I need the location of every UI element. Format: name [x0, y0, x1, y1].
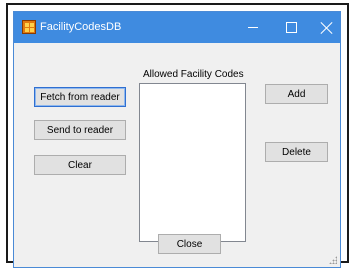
send-to-reader-button[interactable]: Send to reader: [34, 120, 126, 140]
title-bar[interactable]: FacilityCodesDB: [14, 12, 340, 43]
maximize-button[interactable]: [272, 12, 310, 43]
add-button[interactable]: Add: [265, 84, 328, 104]
allowed-facility-codes-list[interactable]: [139, 83, 246, 242]
window-title: FacilityCodesDB: [40, 21, 122, 33]
fetch-from-reader-button[interactable]: Fetch from reader: [34, 87, 126, 107]
app-icon: [22, 20, 36, 34]
maximize-icon: [285, 22, 297, 33]
close-window-button[interactable]: [308, 12, 346, 43]
allowed-facility-codes-label: Allowed Facility Codes: [143, 69, 244, 80]
delete-button[interactable]: Delete: [265, 142, 328, 162]
clear-button[interactable]: Clear: [34, 155, 126, 175]
close-icon: [321, 22, 333, 34]
minimize-icon: [248, 27, 258, 28]
minimize-button[interactable]: [234, 12, 272, 43]
close-button[interactable]: Close: [158, 234, 221, 254]
facility-codes-window: FacilityCodesDB Fetch from reader Send t…: [13, 11, 341, 268]
resize-grip-icon[interactable]: [329, 256, 337, 264]
